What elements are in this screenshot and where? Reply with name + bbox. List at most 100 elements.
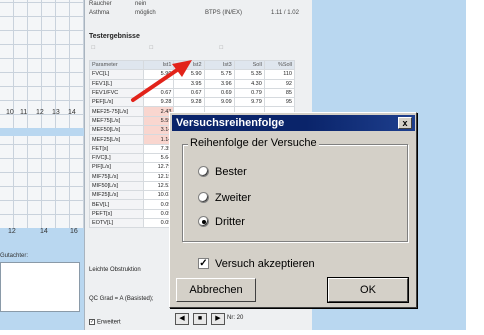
radio-label: Bester: [215, 166, 247, 178]
qc-text: QC Grad = A (Basisted);: [89, 296, 154, 302]
option-checkboxes: ☐ ☐ ☐: [89, 45, 309, 55]
dialog-title: Versuchsreihenfolge: [176, 117, 285, 129]
parameter-cell: FIVC[L]: [88, 152, 145, 164]
value-cell: 0.69: [203, 87, 235, 99]
interpretation-text: Leichte Obstruktion: [89, 267, 141, 273]
column-header: Ist1: [143, 59, 175, 71]
value-cell: [143, 78, 175, 89]
order-group-label: Reihenfolge der Versuche: [188, 137, 319, 149]
table-row: FVC[L] 5.90 5.90 5.75 5.35 110: [88, 69, 296, 80]
parameter-cell: FEV1/FVC: [88, 87, 145, 99]
value-cell: 5.35: [233, 69, 265, 80]
info-value: möglich: [135, 10, 156, 16]
btps-value: 1.11 / 1.02: [271, 10, 299, 16]
chart-x-axis-bottom: 12 14 16: [0, 228, 84, 240]
column-header: Parameter: [88, 59, 145, 71]
column-header: Ist2: [173, 59, 205, 71]
tick-label: 10: [6, 109, 14, 116]
value-cell: 0.79: [233, 87, 265, 99]
option-checkbox[interactable]: ☐: [219, 45, 223, 51]
section-title: Testergebnisse: [89, 33, 140, 40]
value-cell: 9.28: [173, 97, 205, 108]
option-checkbox[interactable]: ☐: [91, 45, 95, 51]
parameter-cell: FVC[L]: [88, 69, 145, 80]
table-row: FEV1/FVC 0.67 0.67 0.69 0.79 85: [88, 87, 296, 99]
value-cell: 9.09: [203, 97, 235, 108]
close-icon[interactable]: x: [398, 117, 412, 129]
table-row: FEV1[L] 3.95 3.96 4.30 92: [88, 78, 296, 89]
parameter-cell: BEV[L]: [88, 199, 145, 210]
value-cell: 110: [263, 69, 296, 80]
tick-label: 16: [70, 228, 78, 235]
info-label: Raucher: [89, 1, 112, 7]
gutachter-textbox[interactable]: [0, 262, 80, 312]
parameter-cell: MEF25[L/s]: [88, 134, 145, 145]
value-cell: 5.90: [173, 69, 205, 80]
tick-label: 12: [36, 109, 44, 116]
previous-trial-button[interactable]: ◀: [175, 313, 189, 325]
gutachter-label: Gutachter:: [0, 253, 29, 259]
extended-checkbox[interactable]: ✓: [89, 319, 95, 325]
radio-label: Dritter: [215, 216, 245, 228]
value-cell: 4.30: [233, 78, 265, 89]
extended-checkbox-row[interactable]: ✓ Erweitert: [89, 319, 121, 326]
value-cell: 5.90: [143, 69, 175, 80]
parameter-cell: FEV1[L]: [88, 78, 145, 89]
tick-label: 14: [68, 109, 76, 116]
info-label: Asthma: [89, 10, 110, 16]
radio-button[interactable]: [198, 191, 209, 203]
column-header: Soll: [233, 59, 265, 71]
value-cell: 9.79: [233, 97, 265, 108]
parameter-cell: FET[s]: [88, 143, 145, 154]
tick-label: 11: [20, 109, 28, 116]
value-cell: 92: [263, 78, 296, 89]
value-cell: 0.67: [173, 87, 205, 99]
ok-button[interactable]: OK: [327, 277, 409, 303]
dialog-title-bar[interactable]: Versuchsreihenfolge x: [172, 115, 415, 131]
accept-trial-row[interactable]: ✓ Versuch akzeptieren: [198, 257, 315, 272]
value-cell: 85: [263, 87, 296, 99]
parameter-cell: PEFT[s]: [88, 208, 145, 220]
value-cell: 3.95: [173, 78, 205, 89]
value-cell: 9.28: [143, 97, 175, 108]
tick-label: 12: [8, 228, 16, 235]
column-header: %Soll: [263, 59, 296, 71]
parameter-cell: MEF25-75[L/s]: [88, 106, 145, 117]
radio-second[interactable]: Zweiter: [198, 191, 252, 206]
trial-order-dialog: Versuchsreihenfolge x Reihenfolge der Ve…: [169, 112, 417, 308]
radio-label: Zweiter: [215, 192, 252, 204]
parameter-cell: MIF75[L/s]: [88, 171, 145, 182]
value-cell: 5.75: [203, 69, 235, 80]
accept-trial-label: Versuch akzeptieren: [215, 258, 315, 270]
table-header-row: Parameter Ist1 Ist2 Ist3 Soll %Soll: [88, 59, 296, 71]
parameter-cell: MIF25[L/s]: [88, 190, 145, 201]
tick-label: 14: [40, 228, 48, 235]
column-header: Ist3: [203, 59, 235, 71]
next-trial-button[interactable]: ▶: [211, 313, 225, 325]
patient-info: Raucher nein Asthma möglich BTPS (IN/EX)…: [85, 0, 313, 28]
radio-button[interactable]: [198, 165, 209, 177]
stop-button[interactable]: ■: [193, 313, 207, 325]
value-cell: 3.96: [203, 78, 235, 89]
radio-third[interactable]: Dritter: [198, 215, 245, 230]
parameter-cell: MEF75[L/s]: [88, 115, 145, 127]
parameter-cell: PEF[L/s]: [88, 97, 145, 108]
value-cell: 95: [263, 97, 296, 108]
btps-label: BTPS (IN/EX): [205, 10, 243, 16]
parameter-cell: EOTV[L]: [88, 218, 145, 229]
chart-x-axis-top: 10 11 12 13 14: [0, 109, 84, 121]
info-value: nein: [135, 1, 147, 7]
option-checkbox[interactable]: ☐: [149, 45, 153, 51]
parameter-cell: PIF[L/s]: [88, 162, 145, 173]
parameter-cell: MEF50[L/s]: [88, 125, 145, 136]
extended-label: Erweitert: [97, 319, 121, 326]
table-row: PEF[L/s] 9.28 9.28 9.09 9.79 95: [88, 97, 296, 108]
cancel-button[interactable]: Abbrechen: [176, 278, 256, 302]
radio-button-selected[interactable]: [198, 215, 209, 227]
accept-trial-checkbox[interactable]: ✓: [198, 257, 209, 269]
radio-best[interactable]: Bester: [198, 165, 247, 180]
trial-number: Nr: 20: [227, 315, 244, 321]
tick-label: 13: [52, 109, 60, 116]
value-cell: 0.67: [143, 87, 175, 99]
screenshot-frame: 10 11 12 13 14 12 14 16 Gutachter: Rauch…: [0, 0, 484, 335]
